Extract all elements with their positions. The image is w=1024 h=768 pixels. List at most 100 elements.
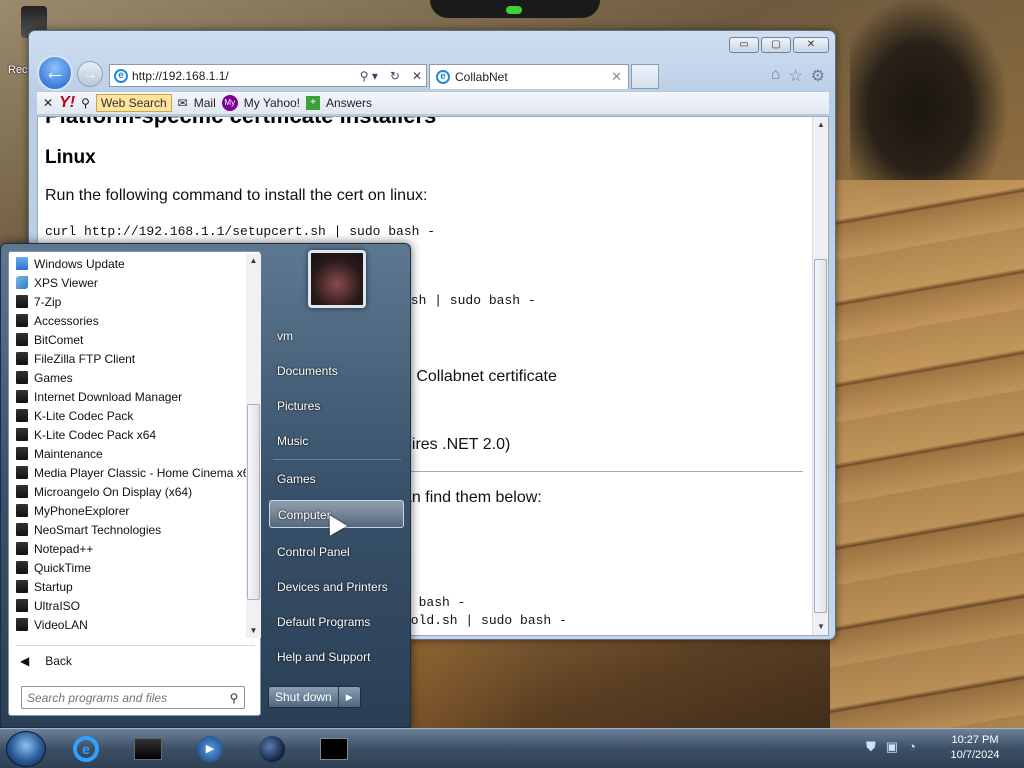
mail-link[interactable]: Mail (194, 96, 216, 110)
start-right-item[interactable]: Help and Support (269, 643, 404, 671)
program-item[interactable]: Accessories (9, 311, 246, 330)
folder-icon (16, 618, 28, 631)
program-item[interactable]: Microangelo On Display (x64) (9, 482, 246, 501)
start-right-item[interactable]: Pictures (269, 392, 404, 420)
maximize-button[interactable]: ▢ (761, 37, 791, 53)
ie-page-icon: e (114, 68, 128, 83)
program-item[interactable]: MyPhoneExplorer (9, 501, 246, 520)
mail-icon: ✉ (177, 96, 188, 110)
start-menu: Windows Update XPS Viewer 7-Zip Accessories… (0, 243, 411, 728)
back-button[interactable]: ◀ Back (20, 654, 72, 668)
scroll-thumb[interactable] (247, 404, 260, 600)
program-item[interactable]: NeoSmart Technologies (9, 520, 246, 539)
start-search-box[interactable]: ⚲ (21, 686, 245, 709)
taskbar-network[interactable] (252, 733, 292, 765)
scroll-down-icon[interactable]: ▼ (246, 624, 261, 638)
start-right-item[interactable]: Music (269, 427, 404, 455)
new-tab-button[interactable] (631, 64, 659, 89)
folder-icon (16, 542, 28, 555)
tab-title: CollabNet (455, 70, 508, 84)
scroll-up-icon[interactable]: ▲ (246, 254, 261, 268)
page-scrollbar[interactable]: ▲ ▼ (812, 117, 828, 635)
start-search-input[interactable] (27, 690, 224, 705)
media-player-icon: ▶ (197, 736, 223, 762)
taskbar-app[interactable] (128, 733, 168, 765)
volume-icon[interactable]: ◔ (908, 739, 916, 755)
program-item[interactable]: UltraISO (9, 596, 246, 615)
display-icon[interactable]: ▣ (886, 739, 898, 755)
start-right-item[interactable]: vm (269, 322, 404, 350)
programs-list: Windows Update XPS Viewer 7-Zip Accessories… (9, 254, 246, 638)
folder-icon (16, 485, 28, 498)
program-item[interactable]: Startup (9, 577, 246, 596)
shutdown-options-arrow-icon[interactable]: ▶ (337, 687, 360, 707)
program-label: Maintenance (34, 446, 103, 461)
ie-tools: ⌂ ☆ ⚙ (771, 66, 825, 86)
start-right-item[interactable]: Control Panel (269, 538, 404, 566)
scroll-up-icon[interactable]: ▲ (813, 117, 828, 133)
toolbar-close-icon[interactable]: ✕ (43, 96, 53, 110)
programs-scrollbar[interactable]: ▲ ▼ (246, 254, 261, 638)
refresh-icon[interactable]: ↻ (386, 69, 404, 83)
scroll-down-icon[interactable]: ▼ (813, 619, 828, 635)
security-icon[interactable]: ⛊ (866, 739, 876, 755)
tab-close-icon[interactable]: ✕ (611, 69, 628, 85)
search-dropdown-icon[interactable]: ⚲ ▾ (356, 69, 382, 83)
back-button[interactable]: ← (37, 55, 73, 91)
stop-icon[interactable]: ✕ (408, 69, 426, 83)
favorites-icon[interactable]: ☆ (788, 66, 802, 86)
program-label: MyPhoneExplorer (34, 503, 130, 518)
program-label: Notepad++ (34, 541, 94, 556)
gear-icon[interactable]: ⚙ (811, 66, 825, 86)
my-yahoo-link[interactable]: My Yahoo! (244, 96, 300, 110)
search-icon[interactable]: ⚲ (224, 691, 244, 705)
program-label: 7-Zip (34, 294, 62, 309)
program-item[interactable]: VideoLAN (9, 615, 246, 634)
start-orb-button[interactable] (6, 731, 46, 767)
program-item[interactable]: Windows Update (9, 254, 246, 273)
program-item[interactable]: K-Lite Codec Pack x64 (9, 425, 246, 444)
start-right-item[interactable]: Documents (269, 357, 404, 385)
search-icon[interactable]: ⚲ (81, 96, 90, 110)
home-icon[interactable]: ⌂ (771, 66, 781, 86)
start-right-item[interactable]: Devices and Printers (269, 573, 404, 601)
close-button[interactable]: ✕ (793, 37, 829, 53)
program-label: Windows Update (34, 256, 125, 271)
scroll-thumb[interactable] (814, 259, 827, 613)
yahoo-logo[interactable]: Y! (59, 94, 75, 112)
user-avatar[interactable] (308, 250, 366, 308)
taskbar-cmd[interactable] (314, 733, 354, 765)
tab-collabnet[interactable]: e CollabNet ✕ (429, 64, 629, 89)
program-item[interactable]: Maintenance (9, 444, 246, 463)
program-label: NeoSmart Technologies (34, 522, 162, 537)
program-item[interactable]: K-Lite Codec Pack (9, 406, 246, 425)
globe-icon (259, 736, 285, 762)
program-item[interactable]: BitComet (9, 330, 246, 349)
program-item[interactable]: XPS Viewer (9, 273, 246, 292)
minimize-button[interactable]: ▭ (729, 37, 759, 53)
folder-icon (16, 428, 28, 441)
program-item[interactable]: QuickTime (9, 558, 246, 577)
shutdown-button[interactable]: Shut down (269, 687, 338, 707)
program-item[interactable]: Games (9, 368, 246, 387)
address-url[interactable]: http://192.168.1.1/ (132, 69, 352, 83)
taskbar-media-player[interactable]: ▶ (190, 733, 230, 765)
folder-icon (16, 409, 28, 422)
page-heading: Platform-specific certificate installers (45, 117, 436, 129)
taskbar-ie[interactable]: e (66, 733, 106, 765)
start-right-item[interactable]: Default Programs (269, 608, 404, 636)
clock[interactable]: 10:27 PM 10/7/2024 (936, 733, 1014, 763)
program-item[interactable]: Media Player Classic - Home Cinema x6 (9, 463, 246, 482)
program-item[interactable]: FileZilla FTP Client (9, 349, 246, 368)
web-search-button[interactable]: Web Search (95, 94, 172, 112)
folder-icon (16, 599, 28, 612)
program-item[interactable]: Internet Download Manager (9, 387, 246, 406)
program-item[interactable]: Notepad++ (9, 539, 246, 558)
program-item[interactable]: 7-Zip (9, 292, 246, 311)
start-right-item[interactable]: Games (269, 465, 404, 493)
answers-link[interactable]: Answers (326, 96, 372, 110)
forward-button[interactable]: → (77, 61, 103, 87)
program-label: Games (34, 370, 73, 385)
address-bar[interactable]: e http://192.168.1.1/ ⚲ ▾ ↻ ✕ (109, 64, 427, 87)
folder-icon (16, 561, 28, 574)
